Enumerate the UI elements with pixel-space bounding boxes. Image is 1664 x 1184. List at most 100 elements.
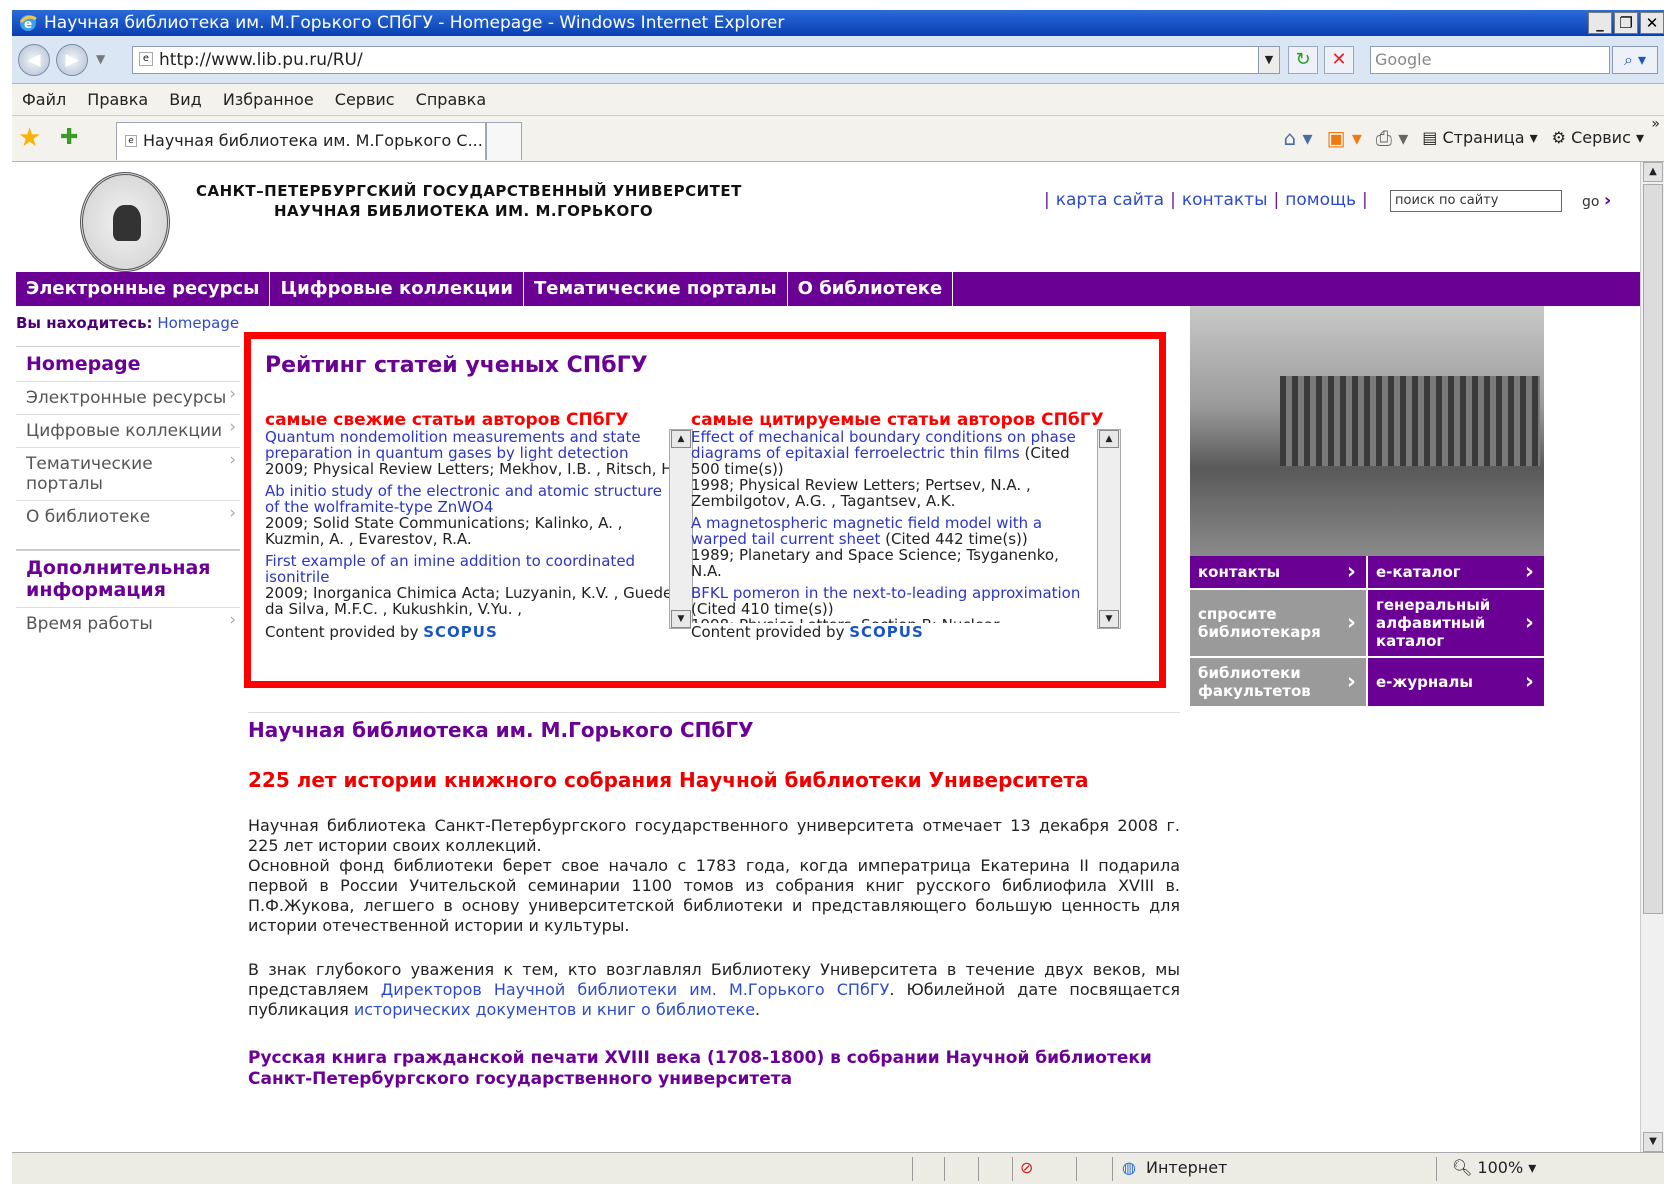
tools-menu[interactable]: ⚙ Сервис ▾ — [1552, 124, 1644, 152]
feeds-icon[interactable]: ▣ ▾ — [1327, 124, 1362, 152]
window-controls: _ ❐ ✕ — [1588, 12, 1664, 34]
chevron-more-icon[interactable]: » — [1651, 116, 1660, 132]
refresh-button[interactable]: ↻ — [1288, 46, 1318, 74]
scopus-logo: SCOPUS — [423, 623, 498, 641]
cited-article: BFKL pomeron in the next-to-leading appr… — [691, 585, 1085, 617]
restore-button[interactable]: ❐ — [1614, 12, 1638, 34]
contacts-link[interactable]: контакты — [1182, 190, 1268, 210]
breadcrumb-current[interactable]: Homepage — [157, 314, 239, 332]
cited-article-link[interactable]: Effect of mechanical boundary conditions… — [691, 428, 1076, 462]
scopus-logo: SCOPUS — [849, 623, 924, 641]
sidebar-item-hours[interactable]: Время работы — [16, 607, 240, 640]
ie-logo-icon: e — [19, 15, 37, 31]
quicklink-faculty-libraries[interactable]: библиотеки факультетов — [1190, 658, 1366, 708]
cited-scrollbar[interactable]: ▲ ▼ — [1097, 429, 1121, 629]
gear-icon: ⚙ — [1551, 128, 1572, 147]
history-dropdown-icon[interactable]: ▼ — [96, 52, 105, 66]
scroll-down-icon[interactable]: ▼ — [1099, 610, 1119, 628]
fresh-scrollbar[interactable]: ▲ ▼ — [669, 429, 693, 629]
fresh-heading: самые свежие статьи авторов СПбГУ — [265, 411, 629, 430]
quicklink-ask-librarian[interactable]: спросите библиотекаря — [1190, 590, 1366, 658]
quicklink-ejournals[interactable]: е-журналы — [1368, 658, 1544, 708]
site-search-input[interactable]: поиск по сайту — [1390, 190, 1562, 212]
quick-links-grid: контакты е-каталог спросите библиотекаря… — [1190, 556, 1544, 708]
search-button[interactable]: ⌕ ▾ — [1612, 46, 1658, 74]
minimize-button[interactable]: _ — [1588, 12, 1612, 34]
menu-help[interactable]: Справка — [416, 90, 487, 109]
cited-articles-column: самые цитируемые статьи авторов СПбГУ Ef… — [691, 411, 1107, 643]
fresh-article-meta: 2009; Physical Review Letters; Mekhov, I… — [265, 460, 678, 478]
status-bar: ⊘ ◍ Интернет 🔍︎ 100% ▾ — [12, 1152, 1664, 1184]
cited-article-meta: 1989; Planetary and Space Science; Tsyga… — [691, 546, 1059, 580]
menu-edit[interactable]: Правка — [87, 90, 148, 109]
sidebar-heading-additional: Дополнительная информация — [16, 549, 240, 607]
address-field[interactable]: e http://www.lib.pu.ru/RU/ — [132, 46, 1272, 74]
zoom-value: 100% — [1477, 1158, 1524, 1177]
privacy-icon[interactable]: ⊘ — [1020, 1153, 1033, 1183]
tab-page-icon: e — [125, 135, 137, 147]
menu-favorites[interactable]: Избранное — [223, 90, 314, 109]
sidebar-item-thematic-portals[interactable]: Тематические порталы — [16, 447, 240, 500]
sidebar-item-about[interactable]: О библиотеке — [16, 500, 240, 533]
menu-view[interactable]: Вид — [169, 90, 201, 109]
favorites-star-icon[interactable]: ★ — [18, 124, 41, 152]
fresh-article-link[interactable]: Ab initio study of the electronic and at… — [265, 483, 681, 515]
menu-file[interactable]: Файл — [22, 90, 66, 109]
fresh-article-link[interactable]: First example of an imine addition to co… — [265, 553, 681, 585]
forward-button[interactable]: ▶ — [56, 44, 88, 76]
paragraph-3: В знак глубокого уважения к тем, кто воз… — [248, 960, 1180, 1020]
library-name: НАУЧНАЯ БИБЛИОТЕКА ИМ. М.ГОРЬКОГО — [274, 202, 654, 220]
scroll-down-icon[interactable]: ▼ — [1643, 1132, 1663, 1152]
quicklink-contacts[interactable]: контакты — [1190, 556, 1366, 590]
page-icon: e — [139, 52, 153, 66]
page-scrollbar[interactable]: ▲ ▼ — [1640, 162, 1664, 1152]
scroll-up-icon[interactable]: ▲ — [1643, 162, 1663, 182]
directors-link[interactable]: Директоров Научной библиотеки им. М.Горь… — [381, 980, 890, 999]
help-link[interactable]: помощь — [1285, 190, 1356, 210]
home-icon[interactable]: ⌂ ▾ — [1284, 124, 1313, 152]
security-zone: Интернет — [1146, 1158, 1228, 1177]
close-window-button[interactable]: ✕ — [1640, 12, 1664, 34]
fresh-article-link[interactable]: Quantum nondemolition measurements and s… — [265, 429, 681, 461]
scroll-thumb[interactable] — [1643, 184, 1663, 914]
sidebar-heading[interactable]: Homepage — [16, 346, 240, 381]
sidebar-item-electronic-resources[interactable]: Электронные ресурсы — [16, 381, 240, 414]
menu-tools[interactable]: Сервис — [335, 90, 395, 109]
scroll-up-icon[interactable]: ▲ — [671, 430, 691, 448]
page-menu[interactable]: ▤ Страница ▾ — [1422, 124, 1537, 152]
stop-button[interactable]: ✕ — [1324, 46, 1354, 74]
breadcrumb-label: Вы находитесь: — [16, 314, 153, 332]
go-button[interactable]: go › — [1582, 190, 1611, 211]
browser-tab[interactable]: e Научная библиотека им. М.Горького С... — [116, 122, 486, 160]
fresh-provided-by: Content provided by SCOPUS — [265, 623, 681, 641]
print-icon[interactable]: ⎙ ▾ — [1376, 124, 1408, 152]
go-label: go — [1582, 194, 1600, 210]
new-tab-button[interactable] — [486, 122, 522, 160]
back-button[interactable]: ◀ — [18, 44, 50, 76]
address-dropdown-button[interactable]: ▼ — [1258, 46, 1280, 74]
fresh-article-meta: 2009; Solid State Communications; Kalink… — [265, 514, 623, 548]
collection-heading-link[interactable]: Русская книга гражданской печати XVIII в… — [248, 1048, 1188, 1090]
search-placeholder: Google — [1375, 50, 1432, 69]
search-field[interactable]: Google — [1370, 46, 1610, 74]
nav-electronic-resources[interactable]: Электронные ресурсы — [16, 272, 271, 306]
zoom-icon: 🔍︎ — [1452, 1158, 1473, 1177]
nav-digital-collections[interactable]: Цифровые коллекции — [270, 272, 524, 306]
scroll-down-icon[interactable]: ▼ — [671, 610, 691, 628]
cited-article: A magnetospheric magnetic field model wi… — [691, 515, 1085, 547]
quicklink-general-catalog[interactable]: генеральный алфавитный каталог — [1368, 590, 1544, 658]
zoom-level[interactable]: 🔍︎ 100% ▾ — [1452, 1153, 1536, 1183]
historical-documents-link[interactable]: исторических документов и книг о библиот… — [354, 1000, 755, 1019]
cited-heading: самые цитируемые статьи авторов СПбГУ — [691, 411, 1104, 430]
nav-about-library[interactable]: О библиотеке — [788, 272, 954, 306]
fresh-articles-column: самые свежие статьи авторов СПбГУ Quantu… — [265, 411, 681, 643]
university-engraving-image — [1190, 306, 1544, 556]
sidebar-item-digital-collections[interactable]: Цифровые коллекции — [16, 414, 240, 447]
add-favorites-icon[interactable]: ✚ — [60, 124, 78, 152]
scroll-up-icon[interactable]: ▲ — [1099, 430, 1119, 448]
sitemap-link[interactable]: карта сайта — [1056, 190, 1164, 210]
cited-article-meta: 1998; Physical Review Letters; Pertsev, … — [691, 476, 1031, 510]
quicklink-ecatalog[interactable]: е-каталог — [1368, 556, 1544, 590]
nav-thematic-portals[interactable]: Тематические порталы — [524, 272, 788, 306]
fresh-article-meta: 2009; Inorganica Chimica Acta; Luzyanin,… — [265, 584, 681, 618]
